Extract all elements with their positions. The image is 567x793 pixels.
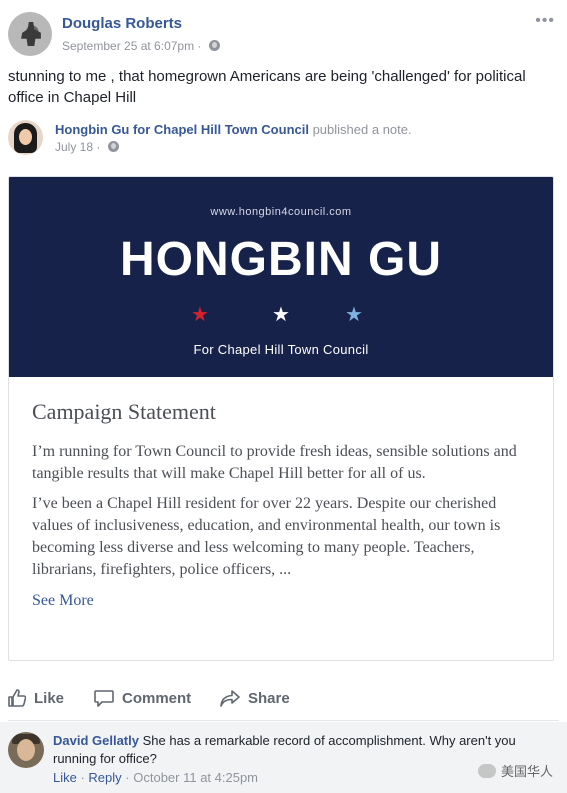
banner-title: HONGBIN GU bbox=[120, 233, 442, 286]
thumbs-up-icon bbox=[8, 689, 26, 707]
share-label: Share bbox=[248, 689, 290, 707]
divider bbox=[8, 720, 559, 721]
banner-subtitle: For Chapel Hill Town Council bbox=[193, 342, 369, 357]
comment-reply-link[interactable]: Reply bbox=[88, 770, 121, 785]
comment-meta: Like · Reply · October 11 at 4:25pm bbox=[53, 770, 259, 785]
like-label: Like bbox=[34, 689, 65, 707]
commenter-name[interactable]: David Gellatly bbox=[53, 733, 139, 748]
share-button[interactable]: Share bbox=[220, 680, 290, 716]
comment-button[interactable]: Comment bbox=[94, 680, 191, 716]
watermark-text: 美国华人 bbox=[500, 764, 553, 779]
post-text: stunning to me , that homegrown American… bbox=[8, 68, 526, 106]
shared-meta: July 18 · bbox=[55, 140, 119, 154]
author-avatar[interactable] bbox=[8, 12, 52, 56]
note-banner[interactable]: www.hongbin4council.com HONGBIN GU ★ ★ ★… bbox=[9, 177, 553, 377]
like-button[interactable]: Like bbox=[8, 680, 64, 716]
post-meta: September 25 at 6:07pm · bbox=[62, 39, 220, 53]
shared-author-name[interactable]: Hongbin Gu for Chapel Hill Town Council bbox=[55, 122, 309, 137]
note-paragraph: I’m running for Town Council to provide … bbox=[32, 443, 517, 482]
note-paragraph: I’ve been a Chapel Hill resident for ove… bbox=[32, 495, 501, 578]
shared-header: Hongbin Gu for Chapel Hill Town Council … bbox=[8, 120, 559, 160]
comment-timestamp[interactable]: October 11 at 4:25pm bbox=[133, 770, 258, 785]
comment-bubble-icon bbox=[94, 689, 114, 707]
white-star-icon: ★ bbox=[272, 304, 290, 326]
note-title[interactable]: Campaign Statement bbox=[32, 399, 532, 425]
statue-image bbox=[21, 22, 41, 46]
blue-star-icon: ★ bbox=[345, 304, 363, 326]
post-header: Douglas Roberts September 25 at 6:07pm ·… bbox=[8, 12, 559, 60]
note-card[interactable]: www.hongbin4council.com HONGBIN GU ★ ★ ★… bbox=[8, 176, 554, 661]
comment-label: Comment bbox=[122, 689, 192, 707]
shared-action: published a note. bbox=[308, 122, 412, 137]
share-arrow-icon bbox=[220, 689, 240, 707]
comment-like-link[interactable]: Like bbox=[53, 770, 77, 785]
comment-item: David Gellatly She has a remarkable reco… bbox=[0, 722, 567, 793]
globe-icon bbox=[208, 40, 220, 51]
globe-icon bbox=[107, 141, 119, 152]
red-star-icon: ★ bbox=[191, 304, 209, 326]
wechat-icon bbox=[477, 763, 496, 778]
shared-line: Hongbin Gu for Chapel Hill Town Council … bbox=[55, 122, 412, 137]
see-more-link[interactable]: See More bbox=[32, 592, 94, 610]
more-options-icon[interactable]: ••• bbox=[535, 12, 555, 30]
watermark: 美国华人 bbox=[477, 761, 553, 780]
comment-text: David Gellatly She has a remarkable reco… bbox=[53, 732, 543, 768]
post-timestamp[interactable]: September 25 at 6:07pm bbox=[62, 39, 194, 53]
commenter-avatar[interactable] bbox=[8, 732, 44, 768]
post-actions: Like Comment Share bbox=[8, 680, 559, 716]
shared-timestamp[interactable]: July 18 · bbox=[55, 140, 104, 154]
author-name[interactable]: Douglas Roberts bbox=[62, 15, 182, 32]
note-body: Campaign Statement I’m running for Town … bbox=[32, 399, 532, 610]
shared-author-avatar[interactable] bbox=[8, 120, 43, 155]
banner-url: www.hongbin4council.com bbox=[210, 206, 352, 218]
